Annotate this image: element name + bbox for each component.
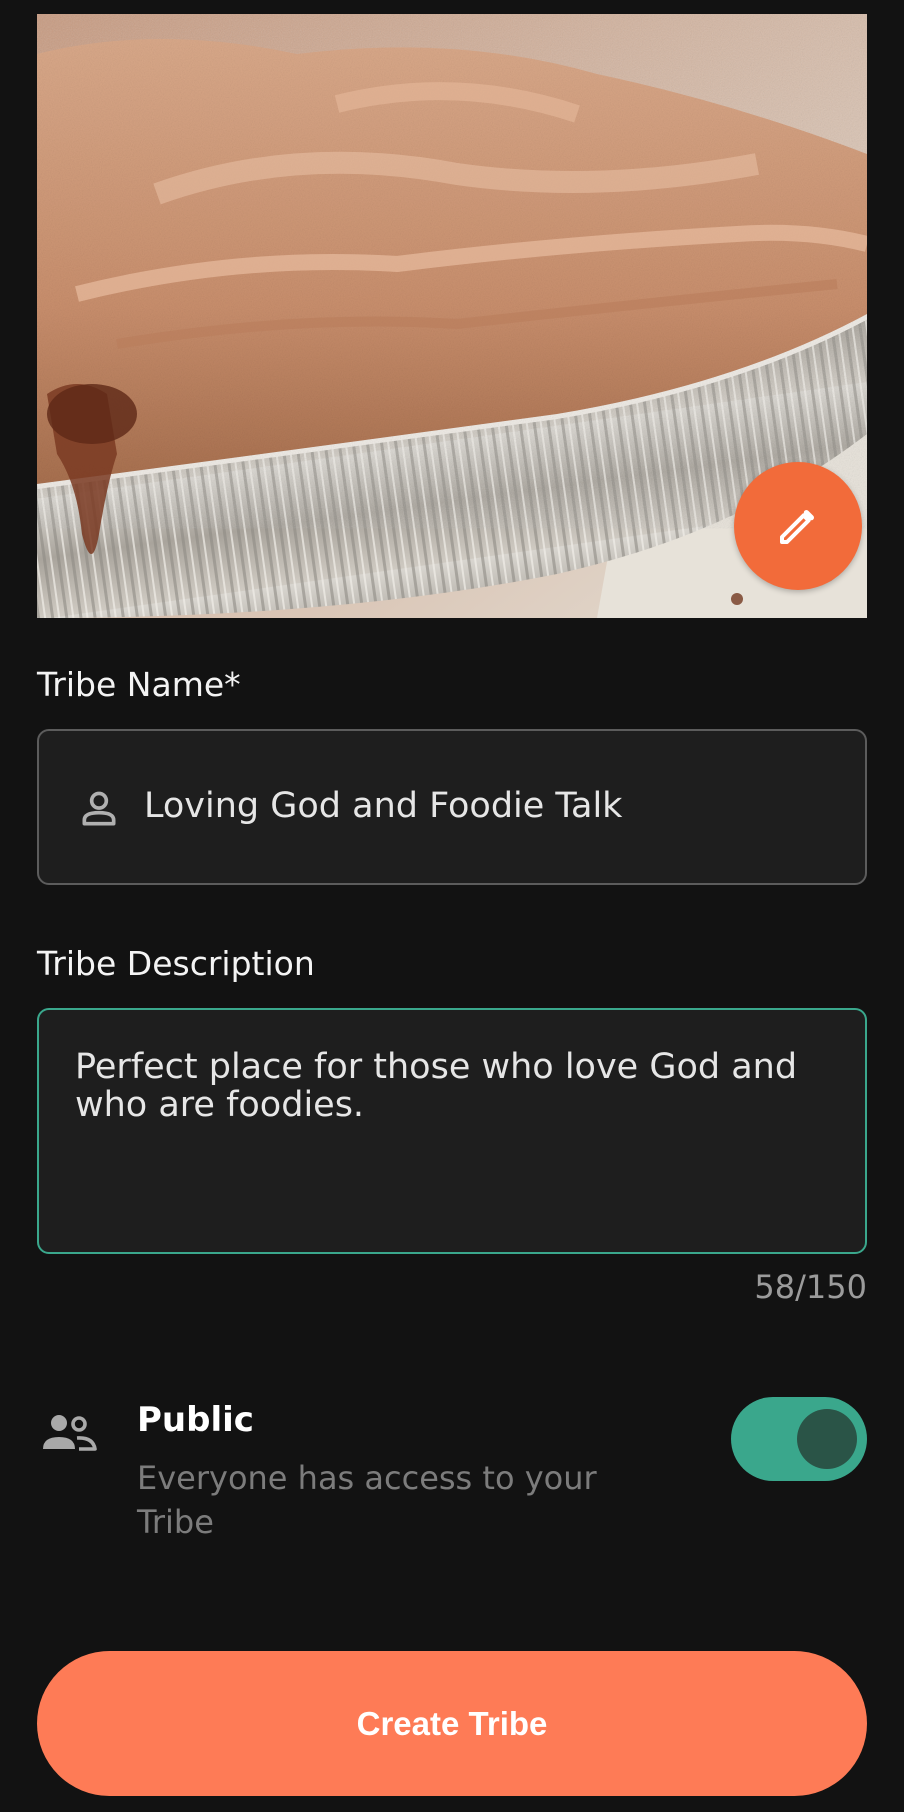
character-counter: 58/150 — [754, 1268, 867, 1306]
pencil-icon — [780, 510, 814, 544]
public-description: Everyone has access to your Tribe — [137, 1459, 597, 1541]
tribe-name-value: Loving God and Foodie Talk — [144, 786, 623, 826]
create-tribe-button[interactable]: Create Tribe — [37, 1651, 867, 1796]
public-title: Public — [137, 1400, 254, 1440]
tribe-name-input[interactable]: Loving God and Foodie Talk — [37, 729, 867, 885]
tribe-description-label: Tribe Description — [37, 944, 315, 983]
tribe-description-value: Perfect place for those who love God and… — [75, 1047, 798, 1125]
tribe-description-textarea[interactable]: Perfect place for those who love God and… — [37, 1008, 867, 1254]
toggle-knob — [797, 1409, 857, 1469]
tribe-name-label: Tribe Name* — [37, 665, 241, 704]
public-toggle[interactable] — [731, 1397, 867, 1481]
edit-cover-button[interactable] — [734, 462, 862, 590]
tribe-cover-image — [37, 14, 867, 618]
person-icon — [82, 791, 116, 826]
group-icon — [43, 1415, 97, 1451]
